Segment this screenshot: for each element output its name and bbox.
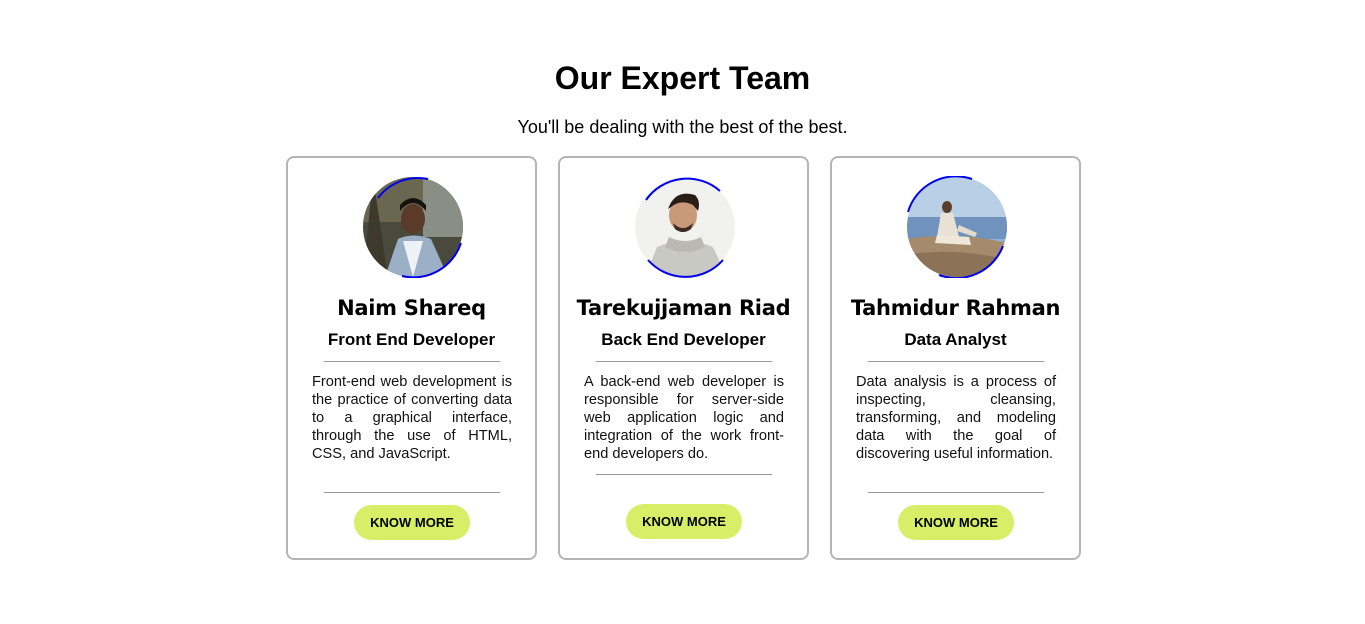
team-card: Tarekujjaman Riad Back End Developer A b… bbox=[558, 156, 809, 560]
member-name: Tahmidur Rahman bbox=[850, 296, 1061, 320]
member-description: Front-end web development is the practic… bbox=[312, 374, 512, 462]
member-role: Data Analyst bbox=[904, 330, 1007, 349]
know-more-button[interactable]: KNOW MORE bbox=[626, 504, 742, 539]
avatar bbox=[634, 176, 736, 278]
avatar-ring bbox=[377, 177, 462, 278]
team-card: Naim Shareq Front End Developer Front-en… bbox=[286, 156, 537, 560]
member-name: Naim Shareq bbox=[337, 296, 486, 320]
divider bbox=[596, 361, 772, 362]
member-description: A back-end web developer is responsible … bbox=[584, 374, 784, 462]
avatar-ring bbox=[907, 176, 1004, 278]
divider bbox=[596, 474, 772, 475]
member-description: Data analysis is a process of inspecting… bbox=[856, 374, 1056, 462]
avatar bbox=[906, 176, 1008, 278]
know-more-button[interactable]: KNOW MORE bbox=[354, 505, 470, 540]
member-role: Front End Developer bbox=[327, 330, 496, 349]
avatar bbox=[362, 176, 464, 278]
section-subtitle: You'll be dealing with the best of the b… bbox=[517, 117, 848, 137]
divider bbox=[868, 492, 1044, 493]
member-name: Tarekujjaman Riad bbox=[576, 296, 791, 320]
divider bbox=[868, 361, 1044, 362]
team-cards: Naim Shareq Front End Developer Front-en… bbox=[286, 156, 1081, 560]
section-title: Our Expert Team bbox=[554, 60, 811, 96]
team-section: Our Expert Team You'll be dealing with t… bbox=[0, 0, 1365, 624]
divider bbox=[324, 492, 500, 493]
member-role: Back End Developer bbox=[601, 330, 766, 349]
know-more-button[interactable]: KNOW MORE bbox=[898, 505, 1014, 540]
divider bbox=[324, 361, 500, 362]
team-card: Tahmidur Rahman Data Analyst Data analys… bbox=[830, 156, 1081, 560]
avatar-ring bbox=[645, 177, 724, 278]
